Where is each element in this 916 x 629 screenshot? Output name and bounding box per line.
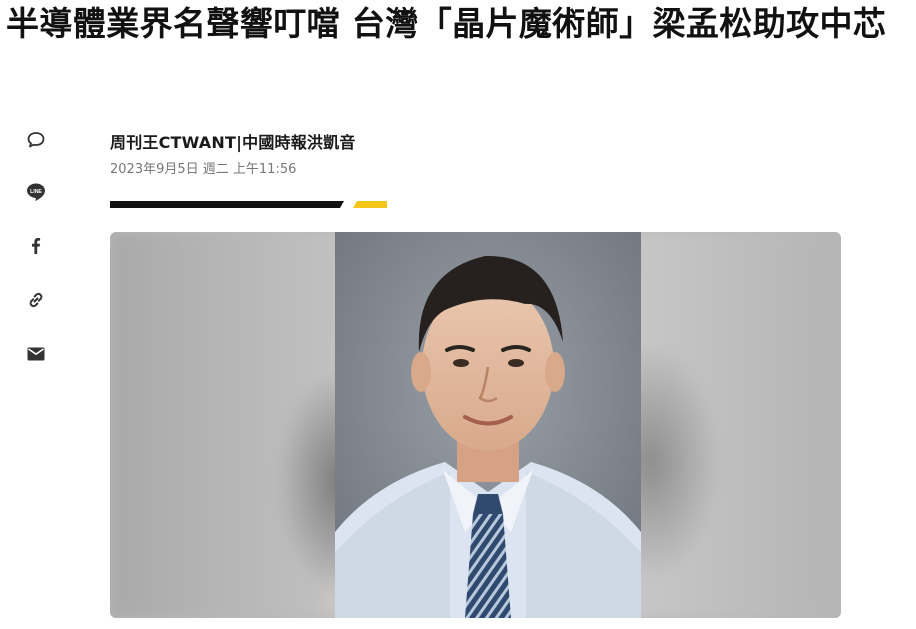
facebook-icon [32, 238, 41, 254]
line-icon: LINE [27, 183, 45, 201]
facebook-share-button[interactable] [22, 232, 50, 260]
comment-button[interactable] [22, 126, 50, 154]
link-icon [29, 292, 43, 308]
article-byline[interactable]: 周刊王CTWANT|中國時報洪凱音 [110, 129, 356, 153]
article-timestamp: 2023年9月5日 週二 上午11:56 [110, 162, 297, 177]
divider-bar [110, 201, 344, 208]
portrait-illustration [335, 232, 641, 618]
portrait-photo [335, 232, 641, 618]
line-share-button[interactable]: LINE [22, 178, 50, 206]
copy-link-button[interactable] [22, 286, 50, 314]
mail-icon [27, 347, 45, 361]
email-share-button[interactable] [22, 340, 50, 368]
article-headline: 半導體業界名聲響叮噹 台灣「晶片魔術師」梁孟松助攻中芯 [6, 4, 887, 43]
comment-icon [27, 132, 45, 148]
article-hero-image[interactable] [110, 232, 841, 618]
line-label: LINE [30, 189, 42, 195]
divider-accent [353, 201, 387, 208]
